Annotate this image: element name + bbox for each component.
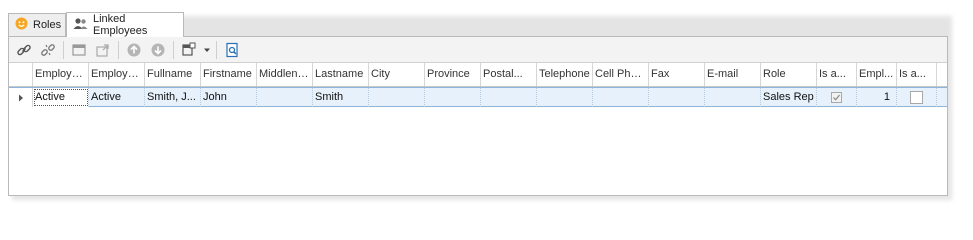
toolbar	[9, 37, 947, 63]
city-cell[interactable]	[369, 88, 425, 107]
column-header[interactable]: Telephone	[537, 63, 593, 86]
column-header[interactable]: Middlenam	[257, 63, 313, 86]
fax-cell[interactable]	[649, 88, 705, 107]
is-a-cell[interactable]	[897, 88, 937, 107]
column-header[interactable]: Employe...	[33, 63, 89, 86]
employees-icon	[73, 17, 88, 33]
postal-cell[interactable]	[481, 88, 537, 107]
column-header[interactable]: Fax	[649, 63, 705, 86]
move-up-icon[interactable]	[122, 39, 146, 61]
preview-icon[interactable]	[220, 39, 244, 61]
column-header[interactable]: Firstname	[201, 63, 257, 86]
toolbar-separator	[63, 40, 64, 59]
linked-employees-panel: Employe... Employe... Fullname Firstname…	[8, 36, 948, 196]
employee-status-cell[interactable]: Active	[33, 88, 89, 107]
tab-roles[interactable]: Roles	[8, 13, 66, 36]
layout-icon[interactable]	[67, 39, 91, 61]
employee-status-cell[interactable]: Active	[89, 88, 145, 107]
unlink-icon[interactable]	[36, 39, 60, 61]
role-cell[interactable]: Sales Rep	[761, 88, 817, 107]
middlename-cell[interactable]	[257, 88, 313, 107]
tab-linked-employees[interactable]: Linked Employees	[66, 12, 184, 37]
column-header[interactable]: Province	[425, 63, 481, 86]
column-header[interactable]: Is a...	[817, 63, 857, 86]
toolbar-separator	[216, 40, 217, 59]
telephone-cell[interactable]	[537, 88, 593, 107]
export-icon[interactable]	[91, 39, 115, 61]
is-a-checkbox[interactable]	[831, 92, 842, 103]
column-header[interactable]: Lastname	[313, 63, 369, 86]
toolbar-separator	[118, 40, 119, 59]
roles-mask-icon	[15, 17, 28, 33]
row-indicator-arrow-icon	[9, 88, 33, 107]
employees-grid: Employe... Employe... Fullname Firstname…	[9, 63, 947, 107]
tab-roles-label: Roles	[33, 19, 62, 31]
firstname-cell[interactable]: John	[201, 88, 257, 107]
employee-number-cell[interactable]: 1	[857, 88, 897, 107]
column-header[interactable]: Employe...	[89, 63, 145, 86]
column-chooser-icon[interactable]	[177, 39, 201, 61]
grid-header: Employe... Employe... Fullname Firstname…	[9, 63, 947, 87]
column-header[interactable]: City	[369, 63, 425, 86]
column-header[interactable]: E-mail	[705, 63, 761, 86]
tab-linked-employees-label: Linked Employees	[93, 13, 148, 37]
column-header[interactable]: Postal...	[481, 63, 537, 86]
toolbar-separator	[173, 40, 174, 59]
row-indicator-header	[9, 63, 33, 86]
province-cell[interactable]	[425, 88, 481, 107]
column-header[interactable]: Empl...	[857, 63, 897, 86]
column-header[interactable]: Cell Phone	[593, 63, 649, 86]
column-header[interactable]: Is a...	[897, 63, 937, 86]
column-header[interactable]: Fullname	[145, 63, 201, 86]
is-a-cell[interactable]	[817, 88, 857, 107]
fullname-cell[interactable]: Smith, J...	[145, 88, 201, 107]
column-header[interactable]: Role	[761, 63, 817, 86]
link-icon[interactable]	[12, 39, 36, 61]
lastname-cell[interactable]: Smith	[313, 88, 369, 107]
tab-bar: Roles Linked Employees	[8, 12, 948, 37]
cellphone-cell[interactable]	[593, 88, 649, 107]
move-down-icon[interactable]	[146, 39, 170, 61]
linked-employees-window: Roles Linked Employees Employe... Employ…	[8, 12, 948, 196]
is-a-checkbox[interactable]	[910, 91, 923, 104]
email-cell[interactable]	[705, 88, 761, 107]
dropdown-arrow-icon[interactable]	[201, 39, 213, 61]
table-row[interactable]: Active Active Smith, J... John Smith Sal…	[9, 87, 947, 107]
